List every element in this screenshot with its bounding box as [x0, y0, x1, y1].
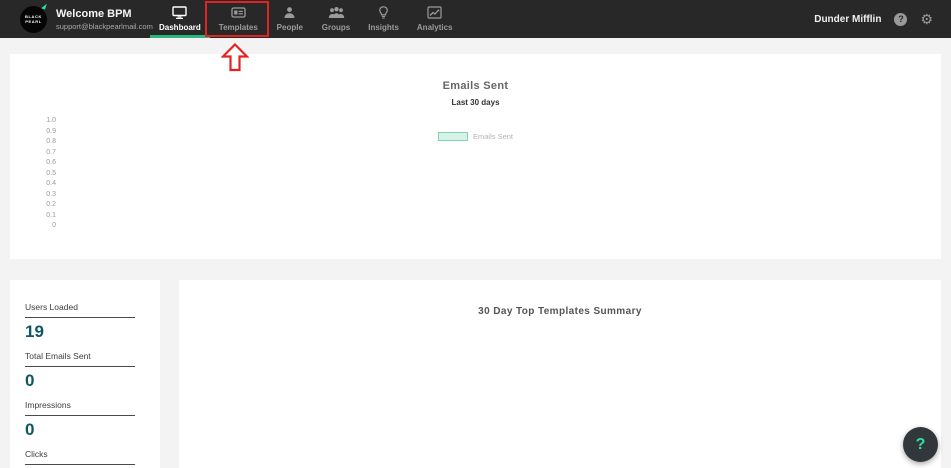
summary-card: 30 Day Top Templates Summary — [179, 280, 941, 468]
y-tick: 0.4 — [46, 180, 56, 187]
nav-item-people[interactable]: People — [267, 0, 313, 38]
chart-subtitle: Last 30 days — [451, 98, 500, 107]
y-tick: 0.2 — [46, 201, 56, 208]
templates-card-icon — [231, 6, 246, 19]
stat-label: Clicks — [25, 449, 135, 465]
lightbulb-icon — [378, 6, 389, 19]
gear-icon[interactable]: ⚙ — [920, 12, 933, 26]
nav-item-dashboard[interactable]: Dashboard — [150, 0, 210, 38]
y-tick: 0.7 — [46, 148, 56, 156]
person-icon — [283, 6, 296, 19]
y-tick: 0.8 — [46, 138, 56, 145]
y-tick: 0.9 — [46, 127, 56, 135]
stat-label: Total Emails Sent — [25, 351, 135, 367]
y-tick: 0.1 — [46, 211, 56, 219]
analytics-chart-icon — [427, 6, 442, 19]
stat-clicks: Clicks 0 — [25, 449, 160, 468]
stat-label: Impressions — [25, 400, 135, 416]
chart-y-axis: 1.0 0.9 0.8 0.7 0.6 0.5 0.4 0.3 0.2 0.1 … — [10, 116, 56, 232]
logo-flag-icon — [41, 2, 47, 9]
welcome-title: Welcome BPM — [56, 7, 132, 20]
brand[interactable]: BLACK PEARL Welcome BPM support@blackpea… — [20, 0, 153, 38]
y-tick: 0.5 — [46, 169, 56, 177]
main-nav: Dashboard Templates People Groups Insigh… — [150, 0, 461, 38]
nav-label-groups: Groups — [321, 23, 351, 32]
summary-title: 30 Day Top Templates Summary — [478, 306, 642, 317]
stat-impressions: Impressions 0 — [25, 400, 160, 440]
stats-card: Users Loaded 19 Total Emails Sent 0 Impr… — [10, 280, 160, 468]
help-fab-button[interactable]: ? — [903, 427, 938, 462]
account-name[interactable]: Dunder Mifflin — [814, 14, 881, 25]
top-navbar: BLACK PEARL Welcome BPM support@blackpea… — [0, 0, 951, 38]
nav-label-dashboard: Dashboard — [159, 23, 201, 32]
stat-label: Users Loaded — [25, 302, 135, 318]
nav-item-templates[interactable]: Templates — [210, 0, 267, 38]
emails-sent-chart-card: Emails Sent Last 30 days Emails Sent 1.0… — [10, 54, 941, 259]
nav-item-insights[interactable]: Insights — [359, 0, 408, 38]
groups-icon — [328, 6, 345, 19]
y-tick: 0.6 — [46, 159, 56, 166]
stat-users-loaded: Users Loaded 19 — [25, 302, 160, 342]
y-tick: 1.0 — [46, 117, 56, 124]
nav-item-analytics[interactable]: Analytics — [408, 0, 462, 38]
help-icon[interactable]: ? — [894, 12, 908, 26]
screen: BLACK PEARL Welcome BPM support@blackpea… — [0, 0, 951, 468]
nav-label-insights: Insights — [368, 23, 399, 32]
black-pearl-logo: BLACK PEARL — [20, 2, 47, 33]
stat-value: 19 — [25, 322, 44, 341]
nav-label-templates: Templates — [218, 23, 258, 32]
nav-label-people: People — [276, 23, 303, 32]
stat-value: 0 — [25, 371, 35, 390]
nav-item-groups[interactable]: Groups — [313, 0, 359, 38]
logo-text-line2: PEARL — [25, 19, 42, 24]
chart-plot-area — [60, 116, 921, 232]
welcome-block: Welcome BPM support@blackpearlmail.com — [56, 8, 153, 31]
stat-value: 0 — [25, 420, 35, 439]
chart-title: Emails Sent — [442, 80, 509, 92]
y-tick: 0 — [52, 222, 56, 229]
nav-label-analytics: Analytics — [416, 23, 453, 32]
navbar-right: Dunder Mifflin ? ⚙ — [814, 0, 933, 38]
welcome-email: support@blackpearlmail.com — [56, 21, 153, 31]
stat-total-emails-sent: Total Emails Sent 0 — [25, 351, 160, 391]
y-tick: 0.3 — [46, 190, 56, 198]
dashboard-monitor-icon — [172, 6, 188, 19]
